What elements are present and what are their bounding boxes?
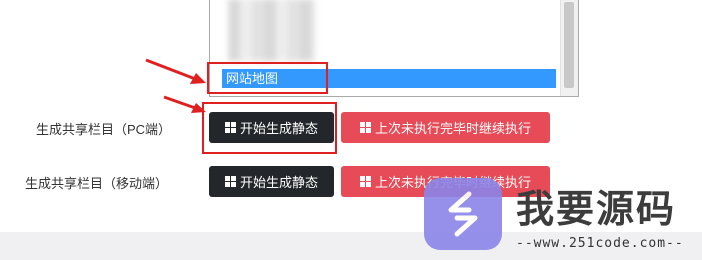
row-label-pc: 生成共享栏目（PC端） xyxy=(36,122,172,137)
button-label: 上次未执行完毕时继续执行 xyxy=(374,121,531,136)
windows-icon xyxy=(359,122,371,133)
row-label-mobile: 生成共享栏目（移动端） xyxy=(25,176,169,191)
watermark-brand: 我要源码 xyxy=(516,189,677,231)
highlight-box-option xyxy=(207,62,328,94)
continue-unfinished-button-pc[interactable]: 上次未执行完毕时继续执行 xyxy=(341,112,550,143)
button-label: 开始生成静态 xyxy=(239,121,318,136)
generate-static-button-mobile[interactable]: 开始生成静态 xyxy=(209,166,334,197)
windows-icon xyxy=(359,176,371,187)
button-label: 开始生成静态 xyxy=(239,175,318,190)
generate-static-button-pc[interactable]: 开始生成静态 xyxy=(209,112,334,143)
windows-icon xyxy=(224,176,236,187)
listbox-scrollbar[interactable] xyxy=(560,0,578,96)
watermark-url: --www.251code.com-- xyxy=(516,236,684,251)
watermark-logo-icon xyxy=(424,178,502,250)
annotation-arrow-icon xyxy=(145,58,206,84)
windows-icon xyxy=(224,122,236,133)
scrollbar-thumb[interactable] xyxy=(564,2,574,88)
blurred-list-items xyxy=(228,0,316,61)
